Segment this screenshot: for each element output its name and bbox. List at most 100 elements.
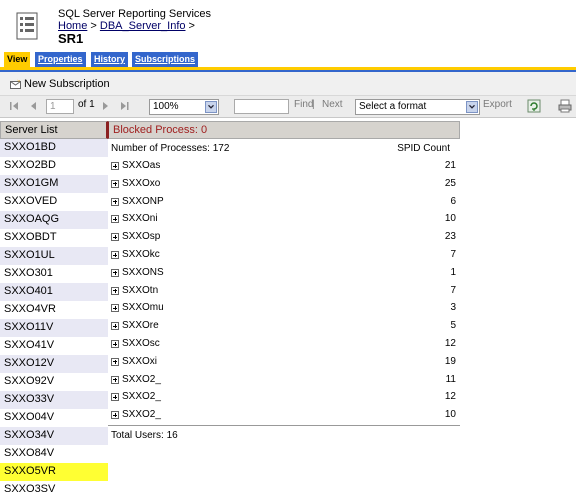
expand-icon[interactable] [111,340,119,348]
process-name: SXXOas [122,160,161,171]
spid-count: 23 [444,231,456,243]
server-list-item[interactable]: SXXO41V [0,337,108,355]
expand-icon[interactable] [111,286,119,295]
report-toolbar: 1 of 1 100% Find | Next Select a format … [0,96,576,118]
server-list-item[interactable]: SXXO301 [0,265,108,283]
process-name: SXXOmu [122,302,164,314]
number-of-processes: Number of Processes: 172 [111,143,230,154]
zoom-value: 100% [153,101,179,112]
page-number-input[interactable]: 1 [46,99,74,114]
table-row[interactable]: SXXO2_ 10 [108,406,460,424]
chevron-down-icon [205,101,217,113]
export-link[interactable]: Export [483,99,512,110]
expand-icon[interactable] [111,357,119,366]
find-link[interactable]: Find [294,99,313,110]
table-row[interactable]: SXXO2_ 12 [108,388,460,406]
server-list-item[interactable]: SXXO5VR [0,463,108,481]
expand-icon[interactable] [111,375,119,384]
table-row[interactable]: SXXOmu 3 [108,299,460,317]
table-row[interactable]: SXXONP 6 [108,193,460,211]
table-row[interactable]: SXXOxo 25 [108,175,460,193]
process-name: SXXO2_ [122,373,161,385]
find-separator: | [312,99,315,110]
process-name: SXXOkc [122,249,160,260]
spid-count: 11 [445,373,456,385]
process-name: SXXOxi [122,355,158,367]
table-row[interactable]: SXXONS 1 [108,264,460,282]
expand-icon[interactable] [111,304,119,313]
server-list-item[interactable]: SXXO1GM [0,175,108,193]
print-icon[interactable] [558,99,572,113]
expand-icon[interactable] [111,162,119,170]
refresh-icon[interactable] [527,99,541,113]
server-list-item[interactable]: SXXO1BD [0,139,108,157]
server-list-item[interactable]: SXXO34V [0,427,108,445]
find-input[interactable] [234,99,289,114]
spid-count: 10 [444,213,456,225]
last-page-icon[interactable] [118,100,130,112]
expand-icon[interactable] [111,411,119,420]
tab-properties[interactable]: Properties [35,52,86,68]
server-list-item[interactable]: SXXO12V [0,355,108,373]
server-list-item[interactable]: SXXO1UL [0,247,108,265]
breadcrumb-folder-link[interactable]: DBA_Server_Info [100,20,186,32]
table-row[interactable]: SXXOxi 19 [108,353,460,371]
expand-icon[interactable] [111,233,119,242]
process-name: SXXOni [122,213,158,225]
tab-view[interactable]: View [4,52,31,68]
next-page-icon[interactable] [99,100,111,112]
server-list-item[interactable]: SXXO04V [0,409,108,427]
table-row[interactable]: SXXOni 10 [108,210,460,228]
breadcrumb-separator: > [87,20,100,32]
server-list-item[interactable]: SXXO4VR [0,301,108,319]
spid-count-header: SPID Count [397,143,450,154]
tab-history[interactable]: History [91,52,129,68]
table-row[interactable]: SXXOre 5 [108,317,460,335]
expand-icon[interactable] [111,322,119,331]
server-list-item[interactable]: SXXO3SV [0,481,108,499]
expand-icon[interactable] [111,197,119,206]
total-users: Total Users: 16 [111,430,178,441]
expand-icon[interactable] [111,393,119,402]
server-list-item[interactable]: SXXOVED [0,193,108,211]
report-header: SQL Server Reporting Services Home > DBA… [0,0,576,52]
expand-icon[interactable] [111,268,119,277]
spid-count: 12 [444,391,456,403]
server-list-item[interactable]: SXXOBDT [0,229,108,247]
next-link[interactable]: Next [322,99,343,110]
spid-count: 7 [450,284,456,296]
server-list-item[interactable]: SXXO84V [0,445,108,463]
server-list-item[interactable]: SXXO92V [0,373,108,391]
tab-subscriptions[interactable]: Subscriptions [132,52,199,68]
app-title: SQL Server Reporting Services [58,8,212,20]
expand-icon[interactable] [111,179,119,188]
table-row[interactable]: SXXOsp 23 [108,228,460,246]
process-name: SXXOtn [122,284,159,296]
table-row[interactable]: SXXOsc 12 [108,335,460,353]
report-icon [16,12,38,40]
table-row[interactable]: SXXO2_ 11 [108,371,460,389]
table-row[interactable]: SXXOas 21 [108,157,460,175]
first-page-icon[interactable] [9,100,21,112]
server-list-item[interactable]: SXXO2BD [0,157,108,175]
spid-count: 19 [444,355,456,367]
expand-icon[interactable] [111,215,119,224]
zoom-select[interactable]: 100% [149,99,219,115]
server-list-item[interactable]: SXXO401 [0,283,108,301]
new-subscription-button[interactable]: New Subscription [10,78,110,90]
table-row[interactable]: SXXOkc 7 [108,246,460,264]
process-name: SXXOsc [122,338,160,349]
server-list-item[interactable]: SXXO11V [0,319,108,337]
server-list-item[interactable]: SXXO33V [0,391,108,409]
spid-count: 7 [450,249,456,260]
process-name: SXXOre [122,320,159,332]
spid-count: 1 [450,266,456,278]
page-count: of 1 [78,99,95,110]
expand-icon[interactable] [111,251,119,259]
spid-count: 3 [450,302,456,314]
server-list-item[interactable]: SXXOAQG [0,211,108,229]
breadcrumb-separator: > [185,20,195,32]
prev-page-icon[interactable] [28,100,40,112]
table-row[interactable]: SXXOtn 7 [108,282,460,300]
export-format-select[interactable]: Select a format [355,99,480,115]
